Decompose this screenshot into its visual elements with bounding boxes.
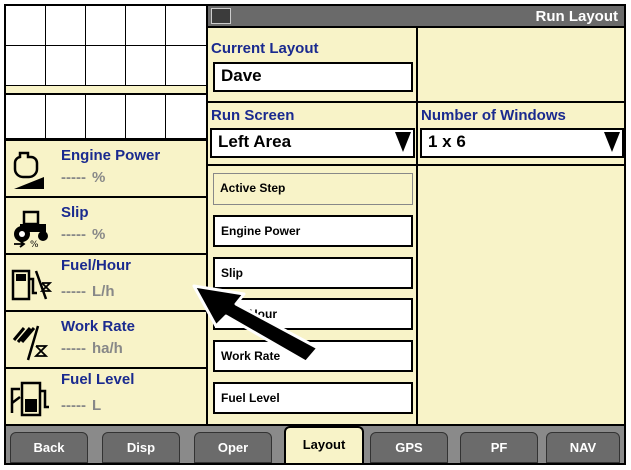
tab-oper[interactable]: Oper [194, 432, 272, 463]
section-divider [208, 164, 624, 166]
grid-cell[interactable] [86, 6, 126, 46]
title-bar: Run Layout [208, 6, 624, 28]
readout-value: ----- L/h [61, 283, 115, 300]
grid-cell[interactable] [126, 6, 166, 46]
grid-cell[interactable] [6, 95, 46, 139]
readout-name: Engine Power [61, 147, 161, 164]
engine-power-icon [13, 151, 44, 189]
readout-name: Fuel Level [61, 371, 135, 388]
display-icon [211, 8, 231, 24]
grid-cell[interactable] [6, 6, 46, 46]
number-of-windows-label: Number of Windows [421, 107, 566, 124]
grid-cell[interactable] [86, 46, 126, 86]
tab-nav[interactable]: NAV [546, 432, 620, 463]
readout-value: ----- ha/h [61, 340, 123, 357]
readout-work-rate[interactable]: Work Rate ----- ha/h [6, 310, 206, 367]
number-of-windows-value: 1 x 6 [428, 132, 466, 151]
display-screen: Engine Power -----% % Slip -----% Fuel/H… [4, 4, 626, 465]
grid-cell[interactable] [46, 46, 86, 86]
grid-cell[interactable] [86, 95, 126, 139]
step-button-active-step[interactable]: Active Step [213, 173, 413, 205]
column-divider [416, 28, 418, 424]
readout-fuel-level[interactable]: Fuel Level ----- L [6, 367, 206, 424]
readout-value: ----- L [61, 397, 102, 414]
left-area: Engine Power -----% % Slip -----% Fuel/H… [6, 6, 208, 424]
tab-layout[interactable]: Layout [284, 426, 364, 463]
empty-grid-middle [6, 93, 206, 139]
tab-gps[interactable]: GPS [370, 432, 448, 463]
grid-cell[interactable] [126, 95, 166, 139]
grid-cell[interactable] [126, 46, 166, 86]
readout-slip[interactable]: % Slip -----% [6, 196, 206, 253]
dropdown-arrow-icon [604, 132, 620, 152]
svg-text:%: % [30, 240, 39, 248]
run-screen-dropdown[interactable]: Left Area [210, 128, 415, 158]
readout-name: Work Rate [61, 318, 135, 335]
run-screen-value: Left Area [218, 132, 292, 151]
grid-cell[interactable] [6, 46, 46, 86]
tab-pf[interactable]: PF [460, 432, 538, 463]
grid-cell[interactable] [46, 6, 86, 46]
current-layout-label: Current Layout [211, 40, 319, 57]
readout-fuel-hour[interactable]: Fuel/Hour ----- L/h [6, 253, 206, 310]
grid-cell[interactable] [166, 46, 206, 86]
current-layout-field[interactable]: Dave [213, 62, 413, 92]
tab-back[interactable]: Back [10, 432, 88, 463]
step-button-fuel-level[interactable]: Fuel Level [213, 382, 413, 414]
readout-name: Slip [61, 204, 89, 221]
work-rate-icon [12, 325, 49, 361]
readout-name: Fuel/Hour [61, 257, 131, 274]
number-of-windows-dropdown[interactable]: 1 x 6 [420, 128, 624, 158]
fuel-level-icon [10, 381, 49, 417]
tab-disp[interactable]: Disp [102, 432, 180, 463]
readout-engine-power[interactable]: Engine Power -----% [6, 139, 206, 196]
grid-cell[interactable] [166, 95, 206, 139]
section-divider [208, 101, 624, 103]
tab-bar: Back Disp Oper Layout GPS PF NAV [6, 424, 624, 463]
run-screen-label: Run Screen [211, 107, 295, 124]
tractor-slip-icon: % [14, 210, 48, 248]
pointer-arrow-icon [192, 284, 320, 364]
page-title: Run Layout [535, 8, 619, 25]
fuel-hour-icon [11, 269, 52, 301]
grid-cell[interactable] [166, 6, 206, 46]
dropdown-arrow-icon [395, 132, 411, 152]
empty-grid-top [6, 6, 206, 86]
step-button-engine-power[interactable]: Engine Power [213, 215, 413, 247]
readout-value: -----% [61, 226, 106, 243]
readout-value: -----% [61, 169, 106, 186]
grid-cell[interactable] [46, 95, 86, 139]
